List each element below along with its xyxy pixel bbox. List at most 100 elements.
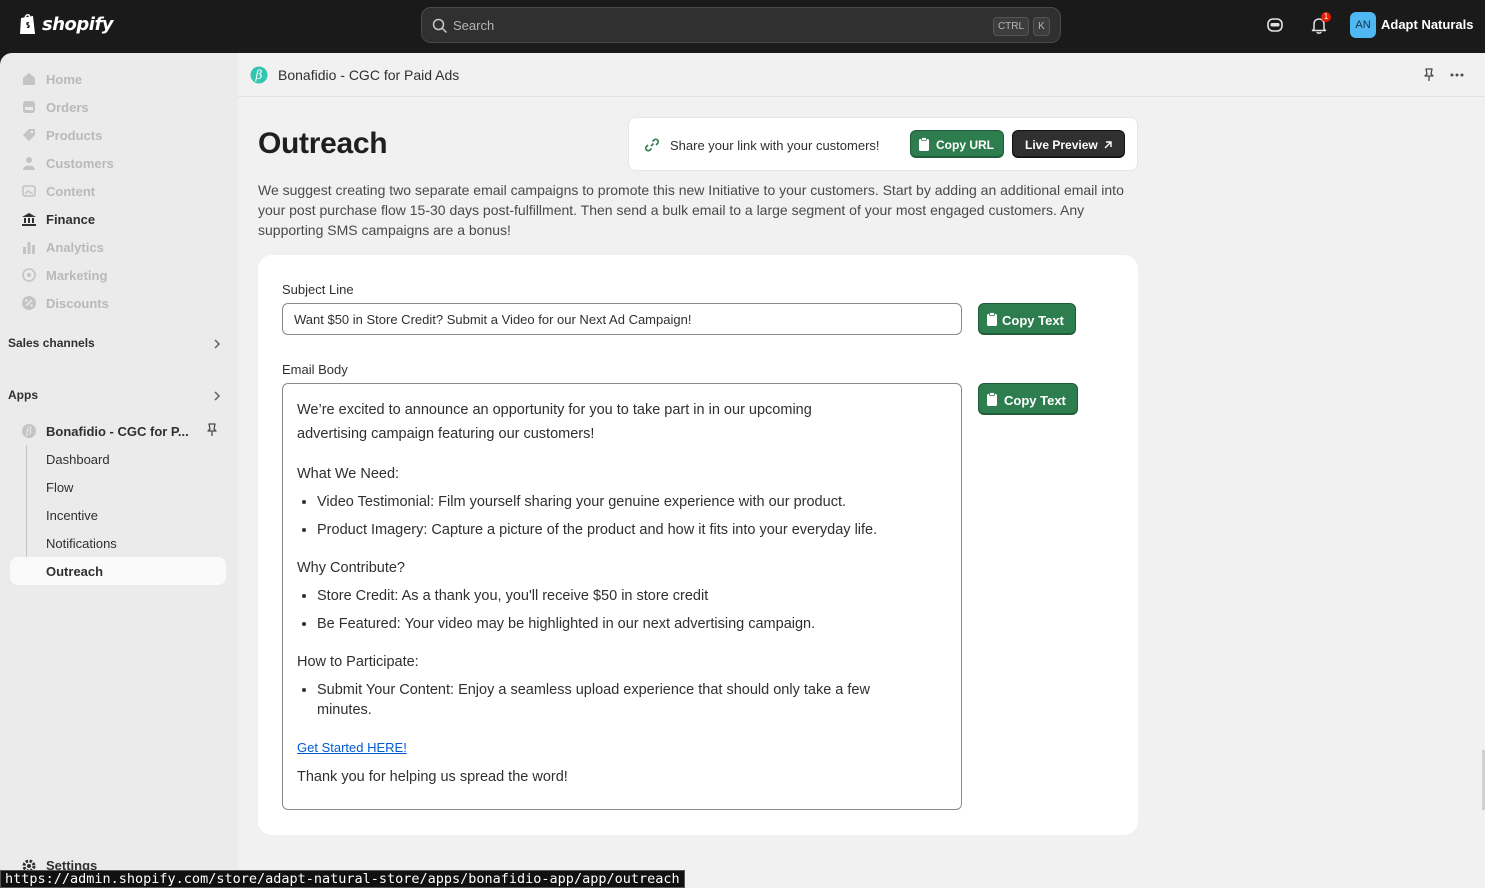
share-link-text: Share your link with your customers!: [670, 138, 880, 153]
email-template-card: Subject Line Copy Text Email Body We’re …: [258, 255, 1138, 835]
tag-icon: [23, 129, 35, 141]
copy-body-button[interactable]: Copy Text: [978, 383, 1078, 415]
subject-line-input[interactable]: [282, 303, 962, 335]
app-title-bar: β Bonafidio - CGC for Paid Ads: [238, 53, 1485, 97]
status-bar-url: https://admin.shopify.com/store/adapt-na…: [0, 870, 685, 888]
sidebar-subitem-notifications[interactable]: Notifications: [10, 529, 226, 557]
link-icon: [644, 138, 660, 152]
chevron-right-icon: [214, 391, 221, 401]
search-icon: [432, 18, 448, 34]
sidebar-item-label: Discounts: [46, 296, 109, 311]
bonafidio-app-icon: β: [22, 424, 36, 438]
chevron-right-icon: [214, 339, 221, 349]
clipboard-icon: [987, 312, 997, 326]
pin-icon[interactable]: [1422, 68, 1436, 82]
subitem-label: Incentive: [46, 508, 99, 523]
notification-badge: 1: [1321, 12, 1331, 22]
search-bar[interactable]: Search CTRL K: [421, 7, 1061, 43]
copy-url-button[interactable]: Copy URL: [910, 130, 1004, 158]
sidebar-item-orders[interactable]: Orders: [10, 93, 226, 121]
sidebar: Home Orders Products Customers Content F…: [0, 53, 238, 888]
sidebar-item-home[interactable]: Home: [10, 65, 226, 93]
sidekick-icon[interactable]: [1265, 15, 1285, 35]
bank-icon: [22, 213, 36, 226]
search-placeholder: Search: [453, 18, 495, 33]
apps-label: Apps: [8, 388, 38, 402]
sidebar-item-discounts[interactable]: Discounts: [10, 289, 226, 317]
sidebar-subitem-incentive[interactable]: Incentive: [10, 501, 226, 529]
sales-channels-label: Sales channels: [8, 336, 95, 350]
home-icon: [23, 73, 35, 85]
sidebar-item-label: Marketing: [46, 268, 108, 283]
brand-name: shopify: [42, 13, 114, 35]
list-item: Submit Your Content: Enjoy a seamless up…: [317, 680, 907, 720]
sidebar-item-products[interactable]: Products: [10, 121, 226, 149]
subject-line-label: Subject Line: [282, 282, 354, 297]
sidebar-item-label: Home: [46, 72, 83, 87]
page-title: Outreach: [258, 127, 388, 160]
why-list: Store Credit: As a thank you, you'll rec…: [297, 586, 947, 634]
main-content: β Bonafidio - CGC for Paid Ads Outreach …: [238, 53, 1485, 888]
subitem-label: Outreach: [46, 564, 104, 579]
sidebar-item-label: Products: [46, 128, 103, 143]
copy-url-label: Copy URL: [936, 138, 994, 152]
list-item: Product Imagery: Capture a picture of th…: [317, 520, 947, 540]
sidebar-item-label: Customers: [46, 156, 114, 171]
email-thanks: Thank you for helping us spread the word…: [297, 769, 568, 785]
sidebar-subitem-outreach[interactable]: Outreach: [10, 557, 226, 585]
app-title: Bonafidio - CGC for Paid Ads: [278, 67, 460, 83]
copy-subject-button[interactable]: Copy Text: [978, 303, 1076, 335]
live-preview-label: Live Preview: [1025, 138, 1098, 152]
sidebar-item-analytics[interactable]: Analytics: [10, 233, 226, 261]
sidebar-item-content[interactable]: Content: [10, 177, 226, 205]
get-started-link[interactable]: Get Started HERE!: [297, 740, 947, 755]
email-body-label: Email Body: [282, 362, 348, 377]
share-link-card: Share your link with your customers! Cop…: [628, 117, 1138, 171]
copy-text-label: Copy Text: [1002, 313, 1064, 328]
more-options-icon[interactable]: [1449, 68, 1465, 82]
store-name[interactable]: Adapt Naturals: [1381, 17, 1473, 32]
avatar[interactable]: AN: [1350, 12, 1376, 38]
subitem-label: Dashboard: [46, 452, 110, 467]
bonafidio-logo-icon: β: [250, 66, 268, 84]
svg-text:β: β: [255, 68, 263, 82]
shopify-bag-icon: [20, 14, 35, 34]
sidebar-subitem-dashboard[interactable]: Dashboard: [10, 445, 226, 473]
orders-icon: [23, 101, 35, 113]
list-item: Store Credit: As a thank you, you'll rec…: [317, 586, 947, 606]
copy-text-label: Copy Text: [1004, 393, 1066, 408]
what-we-need-heading: What We Need:: [297, 466, 400, 482]
external-link-icon: [1104, 141, 1112, 149]
subitem-label: Flow: [46, 480, 74, 495]
top-bar: shopify Search CTRL K 1 AN Adapt Natural…: [0, 0, 1485, 53]
clipboard-icon: [987, 392, 997, 406]
sidebar-app-bonafidio[interactable]: β Bonafidio - CGC for P...: [10, 417, 226, 445]
person-icon: [23, 157, 35, 170]
why-contribute-heading: Why Contribute?: [297, 560, 405, 576]
shopify-logo[interactable]: shopify: [18, 12, 114, 36]
sidebar-item-label: Content: [46, 184, 96, 199]
how-to-participate-heading: How to Participate:: [297, 654, 419, 670]
sidebar-item-finance[interactable]: Finance: [10, 205, 226, 233]
apps-header[interactable]: Apps: [8, 386, 228, 406]
intro-text: We suggest creating two separate email c…: [258, 182, 1124, 238]
target-icon: [22, 268, 36, 282]
image-icon: [22, 185, 36, 197]
subitem-label: Notifications: [46, 536, 117, 551]
bar-chart-icon: [23, 242, 35, 254]
sidebar-item-marketing[interactable]: Marketing: [10, 261, 226, 289]
email-intro: We’re excited to announce an opportunity…: [297, 402, 812, 442]
sidebar-item-customers[interactable]: Customers: [10, 149, 226, 177]
sales-channels-header[interactable]: Sales channels: [8, 334, 228, 354]
list-item: Be Featured: Your video may be highlight…: [317, 614, 947, 634]
sidebar-item-label: Orders: [46, 100, 89, 115]
sidebar-subitem-flow[interactable]: Flow: [10, 473, 226, 501]
clipboard-icon: [919, 137, 929, 151]
pin-icon[interactable]: [205, 423, 219, 437]
sidebar-item-label: Finance: [46, 212, 96, 227]
live-preview-button[interactable]: Live Preview: [1012, 130, 1125, 158]
sidebar-item-label: Analytics: [46, 240, 104, 255]
shortcut-ctrl-key: CTRL: [993, 17, 1029, 36]
shortcut-k-key: K: [1033, 17, 1050, 36]
email-body-editor[interactable]: We’re excited to announce an opportunity…: [282, 383, 962, 810]
